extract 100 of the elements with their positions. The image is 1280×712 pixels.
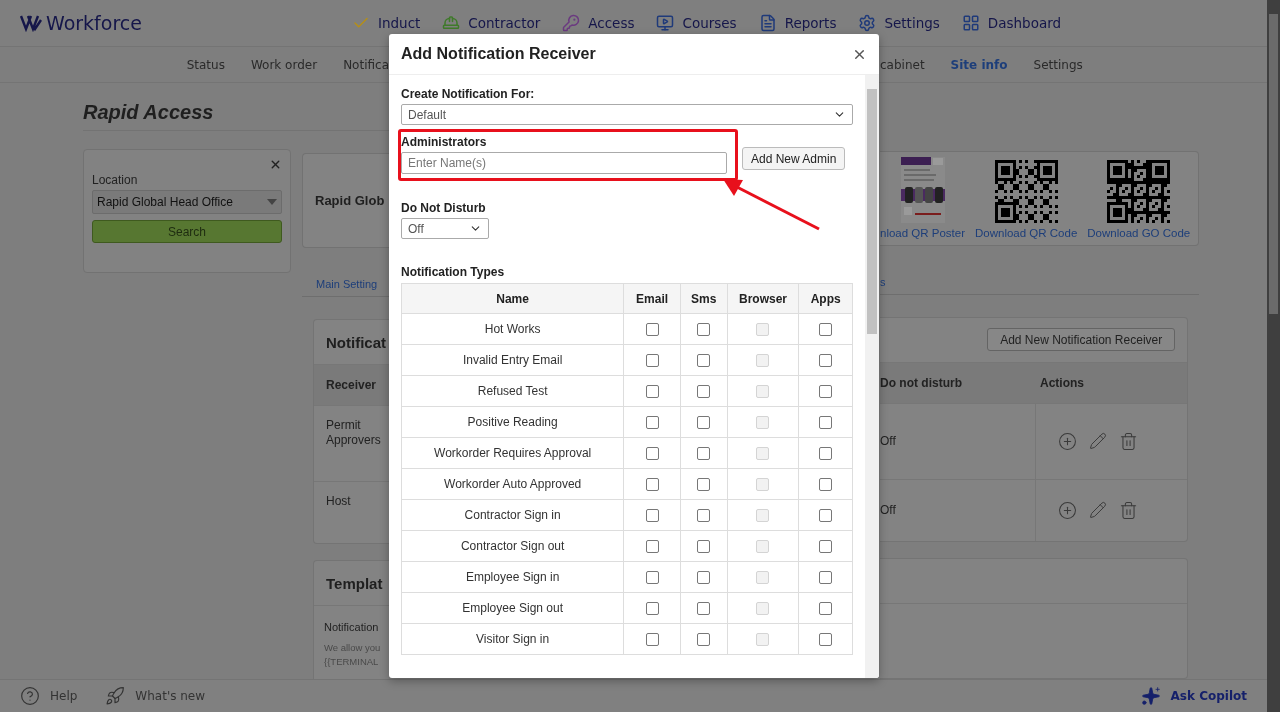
dropdown-arrow-icon xyxy=(267,199,277,205)
subnav-link[interactable]: Notifica xyxy=(343,57,389,72)
add-icon[interactable] xyxy=(1058,431,1077,451)
search-button[interactable]: Search xyxy=(92,220,282,243)
help-text: {{TERMINAL xyxy=(324,656,379,668)
subnav-link[interactable]: Work order xyxy=(250,57,318,72)
close-icon[interactable] xyxy=(269,158,282,171)
checkbox[interactable] xyxy=(645,416,659,430)
add-admin-button[interactable]: Add New Admin xyxy=(742,147,846,170)
table-cell: Visitor Sign in xyxy=(401,623,624,655)
download-link[interactable]: nload QR Poster xyxy=(880,226,965,239)
table-cell: Hot Works xyxy=(401,313,624,345)
qr-code-icon xyxy=(994,159,1058,223)
logo-mark-icon xyxy=(20,14,42,32)
checkbox[interactable] xyxy=(697,540,711,554)
add-receiver-button[interactable]: Add New Notification Receiver xyxy=(987,328,1176,352)
checkbox[interactable] xyxy=(645,602,659,616)
table-cell-text: Permit Approvers xyxy=(326,418,381,449)
checkbox[interactable] xyxy=(697,385,711,399)
table-cell: Workorder Requires Approval xyxy=(401,437,624,469)
nav-link[interactable]: Courses xyxy=(656,14,737,32)
download-link[interactable]: Download GO Code xyxy=(1087,226,1191,239)
checkbox[interactable] xyxy=(819,478,833,492)
checkbox[interactable] xyxy=(697,602,711,616)
table-cell: Contractor Sign in xyxy=(401,499,624,531)
tab-link[interactable]: Main Setting xyxy=(316,278,378,290)
section-label: Notification Types xyxy=(401,265,506,279)
notification-for-select[interactable]: Default xyxy=(401,104,853,125)
checkbox[interactable] xyxy=(645,385,659,399)
workforce-logo[interactable]: Workforce xyxy=(20,12,142,34)
trash-icon[interactable] xyxy=(1119,431,1138,451)
tab-link[interactable]: s xyxy=(880,275,886,288)
checkbox[interactable] xyxy=(645,571,659,585)
nav-link[interactable]: Reports xyxy=(758,14,837,32)
column-header: Do not disturb xyxy=(880,375,963,390)
subnav-link[interactable]: Site info xyxy=(950,57,1008,72)
checkbox[interactable] xyxy=(645,447,659,461)
field-label: Create Notification For: xyxy=(401,87,536,101)
admin-name-field[interactable]: Enter Name(s) xyxy=(401,152,727,174)
site-name: Rapid Glob xyxy=(315,193,385,208)
panel-title: Templat xyxy=(326,574,383,592)
pencil-icon[interactable] xyxy=(1089,431,1107,451)
checkbox[interactable] xyxy=(645,323,659,337)
checkbox[interactable] xyxy=(819,540,833,554)
pencil-icon[interactable] xyxy=(1089,500,1107,520)
rocket-icon xyxy=(105,686,126,706)
checkbox[interactable] xyxy=(697,416,711,430)
whats-new-link[interactable]: What's new xyxy=(105,686,206,706)
trash-icon[interactable] xyxy=(1119,500,1138,520)
ask-copilot-link[interactable]: Ask Copilot xyxy=(1140,686,1247,706)
modal-scrollbar[interactable] xyxy=(865,75,879,678)
scrollbar[interactable] xyxy=(1267,0,1280,712)
nav-link[interactable]: Contractor xyxy=(442,14,541,32)
sparkle-icon xyxy=(1140,686,1161,706)
checkbox[interactable] xyxy=(819,602,833,616)
checkbox[interactable] xyxy=(697,509,711,523)
nav-link[interactable]: Settings xyxy=(858,14,940,32)
column-header: Sms xyxy=(680,283,728,314)
checkbox[interactable] xyxy=(819,571,833,585)
checkbox[interactable] xyxy=(645,633,659,647)
qr-code-icon xyxy=(1107,159,1171,223)
help-link[interactable]: Help xyxy=(20,686,78,706)
table-cell: Workorder Auto Approved xyxy=(401,468,624,500)
nav-link[interactable]: Access xyxy=(562,14,635,32)
checkbox[interactable] xyxy=(819,354,833,368)
add-icon[interactable] xyxy=(1058,500,1077,520)
column-header: Name xyxy=(401,283,624,314)
column-header: Email xyxy=(623,283,681,314)
checkbox[interactable] xyxy=(697,478,711,492)
table-cell: Contractor Sign out xyxy=(401,530,624,562)
checkbox[interactable] xyxy=(645,478,659,492)
column-header: Apps xyxy=(798,283,853,314)
checkbox[interactable] xyxy=(819,416,833,430)
table-cell: Invalid Entry Email xyxy=(401,344,624,376)
checkbox[interactable] xyxy=(697,323,711,337)
checkbox[interactable] xyxy=(645,540,659,554)
checkbox[interactable] xyxy=(819,323,833,337)
checkbox[interactable] xyxy=(819,385,833,399)
checkbox[interactable] xyxy=(697,633,711,647)
nav-link[interactable]: Dashboard xyxy=(961,14,1062,32)
checkbox[interactable] xyxy=(819,509,833,523)
checkbox[interactable] xyxy=(645,509,659,523)
checkbox[interactable] xyxy=(819,633,833,647)
nav-link[interactable]: Induct xyxy=(351,14,421,32)
checkbox[interactable] xyxy=(697,571,711,585)
checkbox[interactable] xyxy=(645,354,659,368)
checkbox[interactable] xyxy=(697,354,711,368)
subnav-link[interactable]: cabinet xyxy=(880,57,925,72)
table-cell: Employee Sign out xyxy=(401,592,624,624)
subnav-link[interactable]: Status xyxy=(186,57,225,72)
do-not-disturb-select[interactable]: Off xyxy=(401,218,489,239)
location-select[interactable]: Rapid Global Head Office xyxy=(92,190,282,214)
subnav-link[interactable]: Settings xyxy=(1033,57,1083,72)
hard-hat-icon xyxy=(442,14,461,32)
download-link[interactable]: Download QR Code xyxy=(975,226,1078,239)
help-icon xyxy=(20,686,40,706)
checkbox[interactable] xyxy=(819,447,833,461)
field-label: Do Not Disturb xyxy=(401,201,487,215)
column-header: Actions xyxy=(1040,375,1084,390)
checkbox[interactable] xyxy=(697,447,711,461)
